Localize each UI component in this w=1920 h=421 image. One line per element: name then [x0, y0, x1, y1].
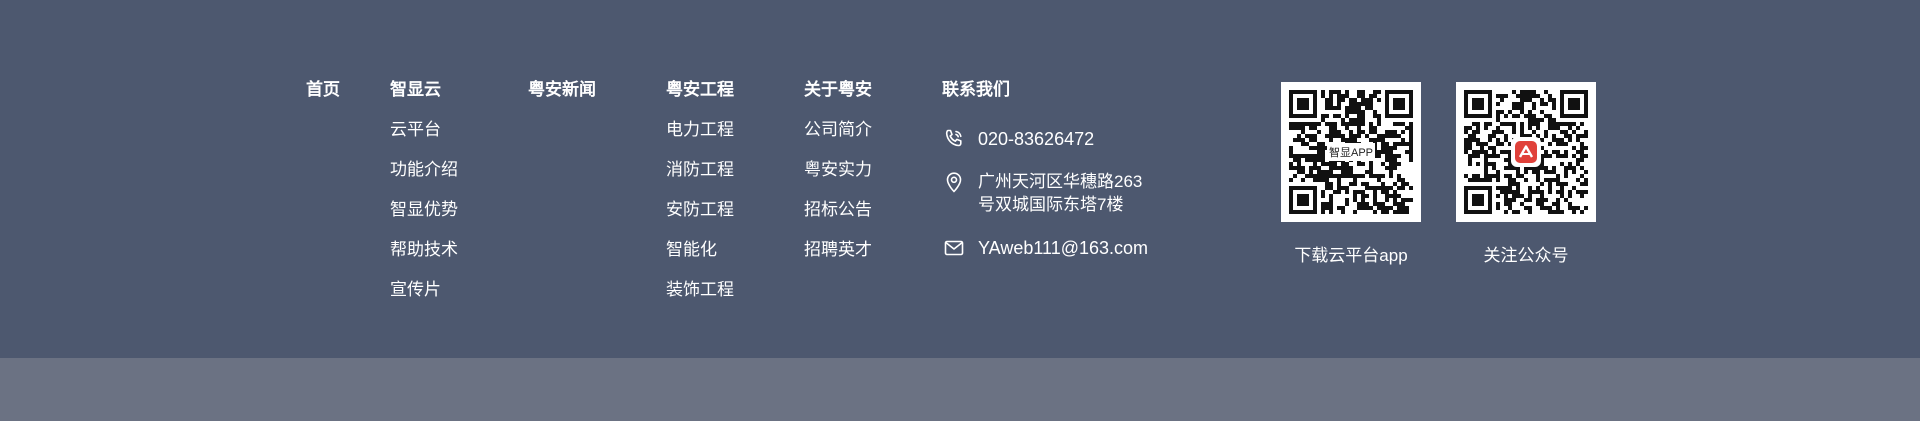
nav-cloud-title[interactable]: 智显云 [390, 78, 458, 102]
qr-code-account-image [1456, 82, 1596, 222]
contact-phone-number[interactable]: 020-83626472 [978, 127, 1094, 151]
qr-code-app-image: 智显APP [1281, 82, 1421, 222]
qr-app-center-label: 智显APP [1326, 143, 1376, 161]
contact-email-row: YAweb111@163.com [942, 236, 1148, 260]
location-pin-icon [942, 170, 966, 194]
nav-column-home: 首页 [306, 78, 340, 102]
nav-about-item-intro[interactable]: 公司简介 [804, 118, 872, 142]
nav-about-title[interactable]: 关于粤安 [804, 78, 872, 102]
contact-address-line1: 广州天河区华穗路263 [978, 172, 1143, 191]
qr-download-app-caption: 下载云平台app [1294, 246, 1408, 265]
contact-section: 联系我们 020-83626472 广州天河区华穗路263 号双城国际东塔7楼 … [942, 78, 1202, 258]
nav-engineering-item-security[interactable]: 安防工程 [666, 198, 734, 222]
nav-about-item-strength[interactable]: 粤安实力 [804, 158, 872, 182]
nav-column-cloud: 智显云 云平台 功能介绍 智显优势 帮助技术 宣传片 [390, 78, 458, 302]
nav-cloud-item-features[interactable]: 功能介绍 [390, 158, 458, 182]
qr-download-app: 智显APP 下载云平台app [1281, 82, 1421, 268]
nav-column-engineering: 粤安工程 电力工程 消防工程 安防工程 智能化 装饰工程 [666, 78, 734, 302]
brand-logo-icon [1511, 137, 1541, 167]
nav-cloud-item-video[interactable]: 宣传片 [390, 278, 458, 302]
qr-official-account-caption: 关注公众号 [1483, 246, 1569, 265]
nav-home-link[interactable]: 首页 [306, 78, 340, 102]
nav-engineering-item-decoration[interactable]: 装饰工程 [666, 278, 734, 302]
nav-engineering-title[interactable]: 粤安工程 [666, 78, 734, 102]
qr-official-account: 关注公众号 [1456, 82, 1596, 268]
contact-address: 广州天河区华穗路263 号双城国际东塔7楼 [978, 170, 1142, 216]
site-footer: 首页 智显云 云平台 功能介绍 智显优势 帮助技术 宣传片 粤安新闻 粤安工程 … [0, 0, 1920, 358]
nav-about-item-tender[interactable]: 招标公告 [804, 198, 872, 222]
nav-about-item-careers[interactable]: 招聘英才 [804, 238, 872, 262]
nav-engineering-item-fire[interactable]: 消防工程 [666, 158, 734, 182]
nav-column-news: 粤安新闻 [528, 78, 596, 102]
nav-engineering-item-smart[interactable]: 智能化 [666, 238, 734, 262]
contact-address-row: 广州天河区华穗路263 号双城国际东塔7楼 [942, 170, 1142, 216]
contact-phone-row: 020-83626472 [942, 127, 1094, 151]
mail-icon [942, 236, 966, 260]
phone-icon [942, 127, 966, 151]
nav-news-title[interactable]: 粤安新闻 [528, 78, 596, 102]
nav-column-about: 关于粤安 公司简介 粤安实力 招标公告 招聘英才 [804, 78, 872, 262]
nav-engineering-item-power[interactable]: 电力工程 [666, 118, 734, 142]
contact-title: 联系我们 [942, 80, 1010, 99]
nav-cloud-item-platform[interactable]: 云平台 [390, 118, 458, 142]
nav-cloud-item-advantages[interactable]: 智显优势 [390, 198, 458, 222]
contact-email[interactable]: YAweb111@163.com [978, 236, 1148, 260]
bottom-bar [0, 358, 1920, 421]
nav-cloud-item-help[interactable]: 帮助技术 [390, 238, 458, 262]
contact-address-line2: 号双城国际东塔7楼 [978, 195, 1124, 214]
